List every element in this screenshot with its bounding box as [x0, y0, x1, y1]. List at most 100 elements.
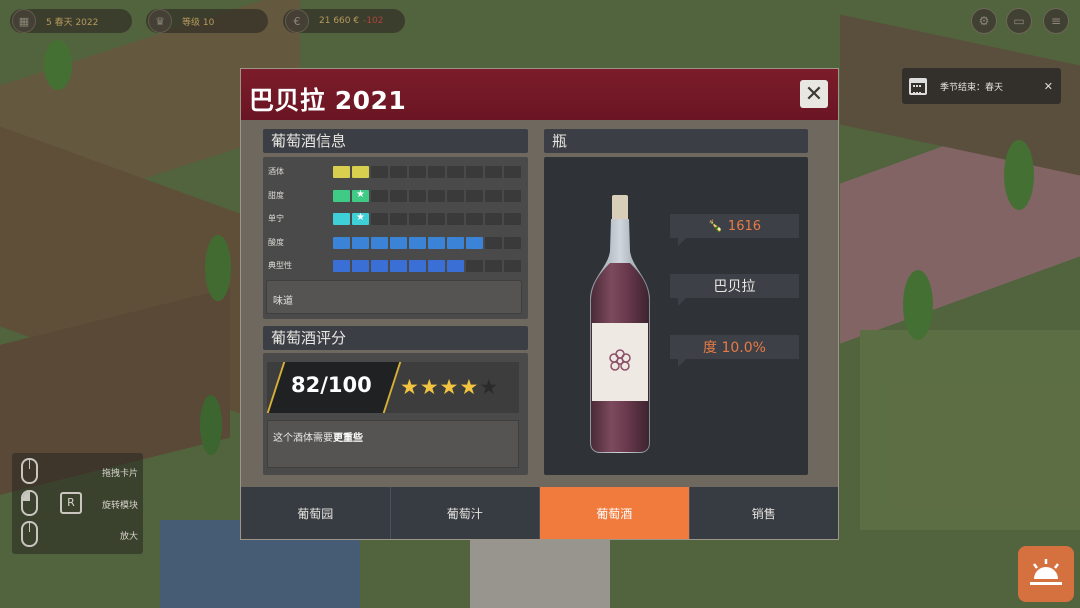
bar-segment [504, 189, 521, 202]
season-toast: 季节结束：春天 ✕ [902, 68, 1061, 104]
attribute-bar [333, 260, 521, 272]
bar-segment [409, 260, 426, 272]
alcohol-tag: 度 10.0% [670, 335, 799, 367]
date-display: ▦ 5 春天 2022 [10, 9, 132, 33]
bar-segment [409, 166, 426, 178]
attribute-row: 酒体 [263, 166, 528, 178]
control-label: 拖拽卡片 [101, 469, 138, 479]
bar-segment [485, 236, 502, 249]
star-icon: ★ [419, 375, 439, 399]
star-icon: ★ [459, 375, 479, 399]
control-label: 放大 [119, 532, 138, 542]
money-display: € 21 660 € -102 [283, 9, 405, 33]
calendar-icon: ▦ [12, 9, 36, 33]
bottle-panel: 🍾 1616 巴贝拉 度 10.0% [544, 157, 808, 475]
tab-1[interactable]: 葡萄园 [241, 487, 391, 539]
toast-text: 季节结束：春天 [940, 82, 1004, 93]
money-delta: -102 [363, 16, 384, 26]
book-icon: ▭ [1013, 14, 1025, 28]
rating-comment: 这个酒体需要更重些 [267, 420, 519, 468]
modal-header: 巴贝拉 2021 ✕ [241, 69, 838, 120]
bar-segment [485, 166, 502, 178]
attribute-row: 甜度 [263, 189, 528, 202]
bottle-header: 瓶 [544, 129, 808, 153]
bar-segment [447, 236, 464, 249]
grape-variety-tag: 巴贝拉 [670, 274, 799, 306]
attribute-row: 典型性 [263, 260, 528, 272]
bar-segment [504, 260, 521, 272]
bar-segment [409, 236, 426, 249]
bar-segment [504, 166, 521, 178]
bar-segment [466, 260, 483, 272]
date-text: 5 春天 2022 [46, 17, 99, 28]
bar-segment [352, 212, 369, 225]
bar-segment [390, 166, 407, 178]
bar-segment [371, 236, 388, 249]
control-row: 放大 [12, 521, 143, 549]
bar-segment [333, 213, 350, 225]
wine-bottle-image [590, 195, 650, 453]
key-r-icon: R [60, 492, 82, 514]
attribute-row: 单宁 [263, 212, 528, 225]
bar-segment [333, 260, 350, 272]
bar-segment [428, 236, 445, 249]
wine-info-header: 葡萄酒信息 [263, 129, 528, 153]
bar-segment [428, 260, 445, 272]
bar-segment [371, 166, 388, 178]
bar-segment [485, 260, 502, 272]
attribute-bar [333, 189, 521, 202]
bar-segment [409, 213, 426, 225]
bar-segment [447, 189, 464, 202]
menu-button[interactable]: ≡ [1043, 8, 1069, 34]
book-button[interactable]: ▭ [1006, 8, 1032, 34]
control-row: R 旋转模块 [12, 490, 143, 518]
bar-segment [504, 213, 521, 225]
bar-segment [333, 236, 350, 249]
calendar-icon [909, 77, 927, 95]
coin-icon: € [285, 9, 309, 33]
bar-segment [466, 166, 483, 178]
bottle-count: 1616 [727, 218, 762, 234]
attribute-name: 单宁 [268, 214, 284, 223]
bar-segment [466, 189, 483, 202]
level-text: 等级 10 [182, 17, 215, 28]
attribute-row: 酸度 [263, 236, 528, 249]
bar-segment [466, 236, 483, 249]
bar-segment [390, 213, 407, 225]
controls-help: 拖拽卡片 R 旋转模块 放大 [12, 453, 143, 554]
taste-box: 味道 [266, 280, 522, 314]
modal-title: 巴贝拉 2021 [249, 86, 407, 115]
menu-icon: ≡ [1050, 14, 1062, 28]
attribute-bar [333, 212, 521, 225]
bar-segment [447, 260, 464, 272]
star-icon: ★ [479, 375, 499, 399]
bar-segment [428, 189, 445, 202]
bar-segment [371, 260, 388, 272]
settings-button[interactable]: ⚙ [971, 8, 997, 34]
weather-button[interactable] [1018, 546, 1074, 602]
bar-segment [409, 189, 426, 202]
attribute-name: 典型性 [268, 261, 292, 270]
attribute-bar [333, 166, 521, 178]
tab-4[interactable]: 销售 [690, 487, 839, 539]
bar-segment [333, 166, 350, 178]
gear-icon: ⚙ [978, 14, 990, 28]
tab-2[interactable]: 葡萄汁 [391, 487, 540, 539]
bar-segment [390, 189, 407, 202]
bar-segment [485, 213, 502, 225]
tab-3[interactable]: 葡萄酒 [540, 487, 690, 539]
comment-text: 这个酒体需要 [273, 433, 333, 444]
bar-segment [466, 213, 483, 225]
bar-segment [333, 189, 350, 202]
toast-close-button[interactable]: ✕ [1044, 80, 1053, 93]
bottles-icon: 🍾 [707, 219, 723, 233]
mouse-scroll-icon [21, 521, 38, 547]
close-button[interactable]: ✕ [800, 80, 828, 108]
score-area: 82/100 ★ ★ ★ ★ ★ [266, 362, 519, 413]
bar-segment [352, 166, 369, 178]
level-display: ♛ 等级 10 [146, 9, 268, 33]
bar-segment [428, 166, 445, 178]
attribute-name: 甜度 [268, 190, 284, 200]
wine-detail-modal: 巴贝拉 2021 ✕ 葡萄酒信息 酒体甜度单宁酸度典型性 味道 葡萄酒评分 82… [240, 68, 839, 540]
control-row: 拖拽卡片 [12, 458, 143, 486]
